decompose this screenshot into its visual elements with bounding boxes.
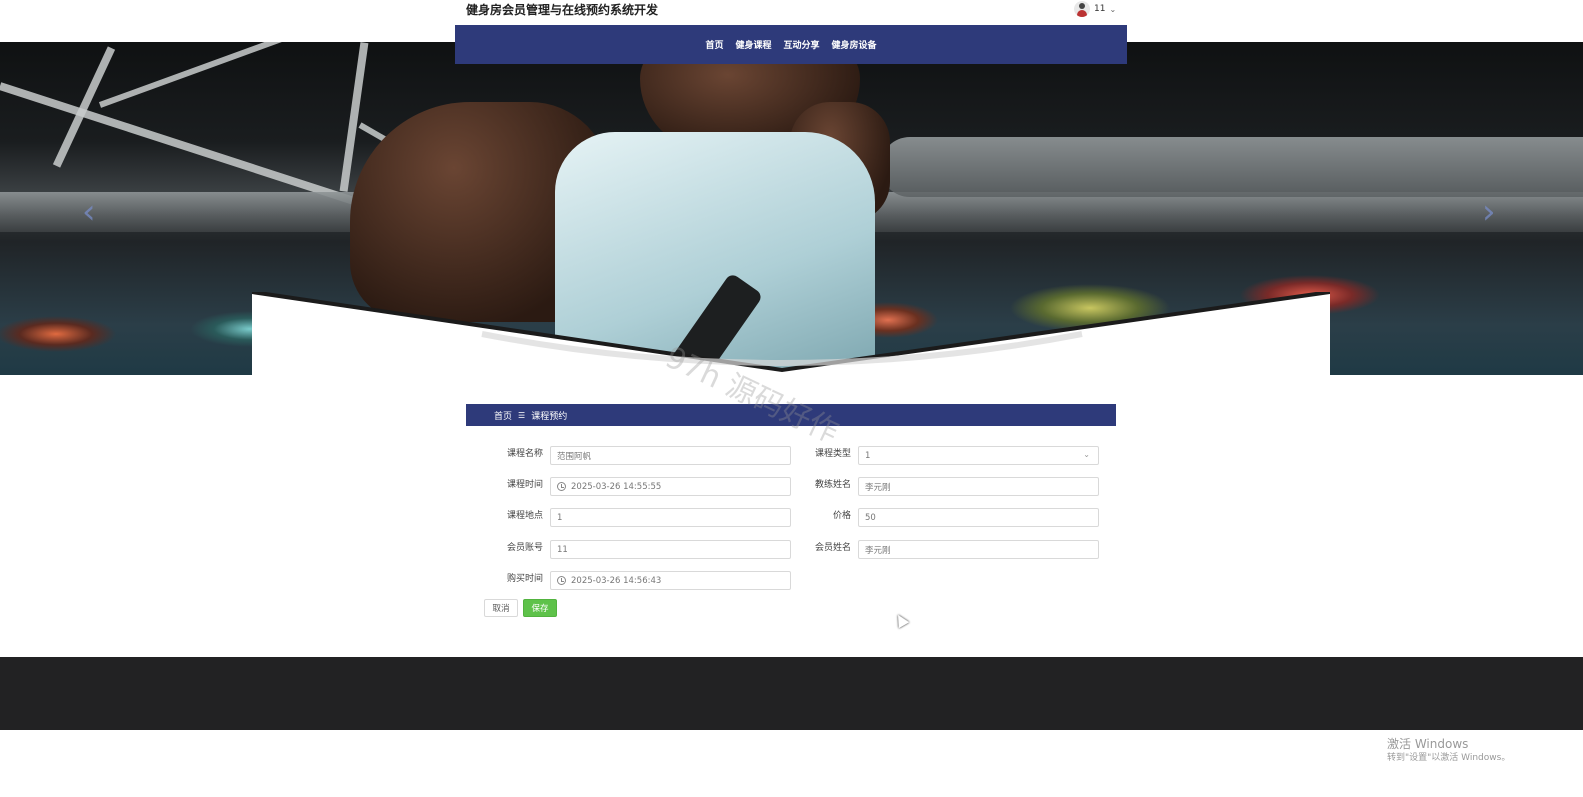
nav-item-home[interactable]: 首页: [705, 38, 723, 51]
course-type-label: 课程类型: [814, 449, 851, 459]
member-name-label: 会员姓名: [814, 543, 851, 553]
nav-item-share[interactable]: 互动分享: [784, 38, 820, 51]
clock-icon: [557, 576, 566, 585]
course-type-value: 1: [865, 450, 871, 461]
member-name-input[interactable]: 李元刚: [858, 540, 1099, 559]
activation-title: 激活 Windows: [1387, 737, 1469, 751]
breadcrumb-home[interactable]: 首页: [494, 409, 512, 422]
site-title: 健身房会员管理与在线预约系统开发: [466, 3, 659, 17]
coach-name-input[interactable]: 李元刚: [858, 477, 1099, 496]
clock-icon: [557, 482, 566, 491]
air-duct: [880, 137, 1583, 197]
course-name-input[interactable]: 范围阿帆: [550, 446, 791, 465]
price-value: 50: [865, 512, 876, 523]
purchase-time-label: 购买时间: [506, 574, 543, 584]
mouse-cursor-icon: [892, 611, 910, 629]
breadcrumb: 首页 ☰ 课程预约: [466, 404, 1116, 426]
coach-name-value: 李元刚: [865, 482, 891, 493]
member-account-value: 11: [557, 544, 568, 555]
course-type-select[interactable]: 1 ⌄: [858, 446, 1099, 465]
user-name[interactable]: 11: [1094, 4, 1105, 14]
course-time-label: 课程时间: [506, 480, 543, 490]
next-arrow-icon[interactable]: ›: [1482, 192, 1496, 232]
ceiling-beam: [98, 42, 383, 108]
site-footer: [0, 657, 1583, 730]
user-menu[interactable]: 11 ⌄: [1074, 0, 1116, 18]
course-location-input[interactable]: 1: [550, 508, 791, 527]
course-location-value: 1: [557, 512, 563, 523]
course-name-label: 课程名称: [506, 449, 543, 459]
member-account-label: 会员账号: [506, 543, 543, 553]
member-name-value: 李元刚: [865, 545, 891, 556]
course-time-value: 2025-03-26 14:55:55: [571, 481, 662, 492]
member-account-input[interactable]: 11: [550, 540, 791, 559]
purchase-time-value: 2025-03-26 14:56:43: [571, 575, 662, 586]
save-button[interactable]: 保存: [523, 599, 557, 617]
prev-arrow-icon[interactable]: ‹: [82, 192, 96, 232]
activation-subtitle: 转到"设置"以激活 Windows。: [1387, 753, 1511, 763]
menu-icon: ☰: [518, 410, 526, 420]
course-name-value: 范围阿帆: [557, 451, 592, 462]
purchase-time-picker[interactable]: 2025-03-26 14:56:43: [550, 571, 791, 590]
avatar[interactable]: [1074, 1, 1090, 17]
chevron-down-icon[interactable]: ⌄: [1109, 5, 1116, 14]
price-label: 价格: [832, 511, 851, 521]
chevron-down-icon: ⌄: [1083, 450, 1090, 459]
price-input[interactable]: 50: [858, 508, 1099, 527]
course-time-picker[interactable]: 2025-03-26 14:55:55: [550, 477, 791, 496]
coach-name-label: 教练姓名: [814, 480, 851, 490]
course-location-label: 课程地点: [506, 511, 543, 521]
breadcrumb-current: 课程预约: [531, 411, 568, 422]
nav-item-courses[interactable]: 健身课程: [735, 38, 771, 51]
banner-wedge-shape: [252, 292, 1330, 375]
cancel-button[interactable]: 取消: [484, 599, 518, 617]
main-nav: 首页 健身课程 互动分享 健身房设备: [455, 25, 1127, 64]
windows-activation-notice: 激活 Windows 转到"设置"以激活 Windows。: [1387, 737, 1510, 765]
nav-item-equipment[interactable]: 健身房设备: [832, 38, 877, 51]
hero-banner: ‹ ›: [0, 42, 1583, 375]
